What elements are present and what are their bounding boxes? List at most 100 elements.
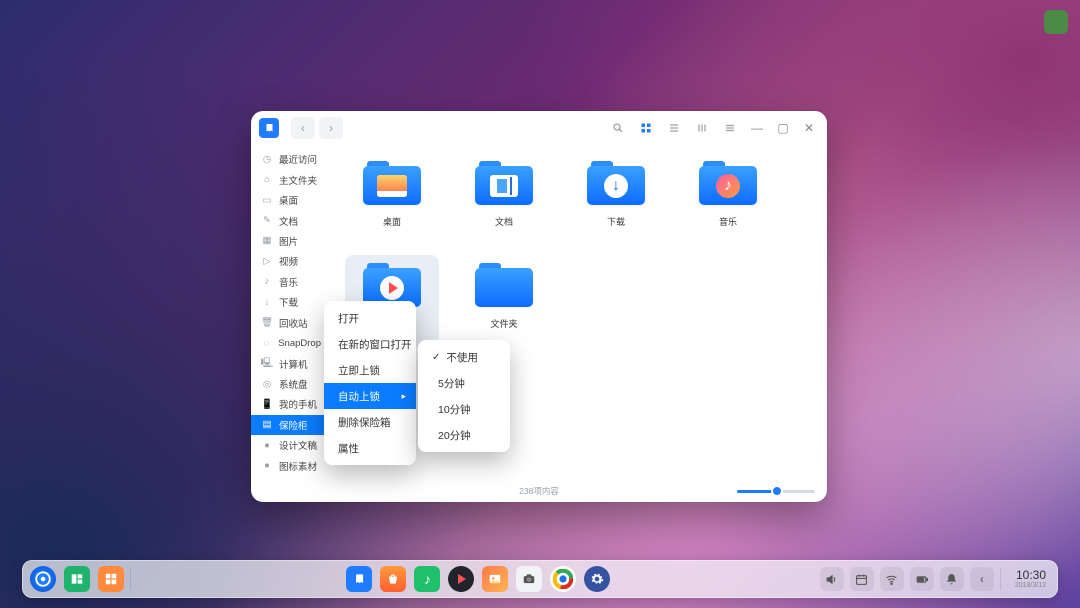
sidebar-item-desktop[interactable]: ▭ 桌面 (251, 190, 331, 210)
folder-music[interactable]: ♪音乐 (681, 153, 775, 245)
trash-icon: 🗑 (261, 317, 273, 329)
submenu-item-label: 20分钟 (438, 428, 471, 443)
submenu-item[interactable]: 10分钟 (418, 396, 510, 422)
sidebar-item-video[interactable]: ▷视频 (251, 251, 331, 271)
sidebar-item-assets[interactable]: ●图标素材 (251, 456, 331, 476)
desktop-shortcut-icon[interactable] (1044, 10, 1068, 34)
submenu-item[interactable]: 20分钟 (418, 422, 510, 448)
sidebar-item-label: 图片 (279, 234, 298, 248)
sidebar-item-image[interactable]: ▦图片 (251, 231, 331, 251)
maximize-button[interactable]: ▢ (773, 118, 793, 138)
folder-icon (475, 261, 533, 307)
sidebar-item-vault[interactable]: ▤保险柜 (251, 415, 331, 435)
tray-chevron-icon[interactable]: ‹ (970, 567, 994, 591)
zoom-slider[interactable] (737, 488, 815, 494)
chevron-right-icon: ▸ (401, 391, 406, 402)
submenu-item[interactable]: 5分钟 (418, 370, 510, 396)
dock-workspaces-icon[interactable] (98, 566, 124, 592)
sidebar-item-phone[interactable]: 📱我的手机 (251, 394, 331, 414)
nav-forward-button[interactable]: › (319, 117, 343, 139)
menu-item[interactable]: 在新的窗口打开 (324, 331, 416, 357)
folder-label: 文件夹 (490, 317, 517, 330)
sidebar-item-snap[interactable]: ◌SnapDrop (251, 333, 331, 353)
menu-item[interactable]: 打开 (324, 305, 416, 331)
dock-multitask-icon[interactable] (64, 566, 90, 592)
tray-calendar-icon[interactable] (850, 567, 874, 591)
dock-appstore-icon[interactable] (380, 566, 406, 592)
sidebar-item-disk[interactable]: ◎ 系统盘 (251, 374, 331, 394)
desktop-icon: ▭ (261, 194, 273, 206)
sidebar-item-home[interactable]: ⌂主文件夹 (251, 169, 331, 189)
app-icon (259, 118, 279, 138)
dock-video-icon[interactable] (448, 566, 474, 592)
menu-item[interactable]: 删除保险箱 (324, 409, 416, 435)
dock-browser-icon[interactable] (550, 566, 576, 592)
context-menu: 打开在新的窗口打开立即上锁自动上锁 ▸ 删除保险箱属性 (324, 301, 416, 465)
nav-back-button[interactable]: ‹ (291, 117, 315, 139)
submenu-item-label: 不使用 (446, 350, 478, 365)
menu-item[interactable]: 立即上锁 (324, 357, 416, 383)
context-submenu: ✓ 不使用 5分钟 10分钟 20分钟 (418, 340, 510, 452)
dock-music-icon[interactable]: ♪ (414, 566, 440, 592)
close-button[interactable]: ✕ (799, 118, 819, 138)
sidebar-item-label: 桌面 (279, 193, 298, 207)
sidebar-item-label: 计算机 (279, 357, 308, 371)
view-list-button[interactable] (663, 117, 685, 139)
menu-item[interactable]: 属性 (324, 435, 416, 461)
sidebar-item-music[interactable]: ♪音乐 (251, 272, 331, 292)
assets-icon: ● (261, 460, 273, 472)
clock-time: 10:30 (1015, 569, 1046, 582)
sidebar-item-label: 系统盘 (279, 377, 308, 391)
sidebar-item-label: 最近访问 (279, 152, 317, 166)
folder-download[interactable]: ↓下载 (569, 153, 663, 245)
menu-item-label: 在新的窗口打开 (338, 337, 412, 352)
folder-icon: ↓ (587, 159, 645, 205)
sidebar-item-docset[interactable]: ● 设计文稿 (251, 435, 331, 455)
tray-volume-icon[interactable] (820, 567, 844, 591)
dock-launcher-icon[interactable] (30, 566, 56, 592)
folder-desktop[interactable]: 桌面 (345, 153, 439, 245)
submenu-item-label: 5分钟 (438, 376, 465, 391)
sidebar-item-download[interactable]: ↓下载 (251, 292, 331, 312)
folder-label: 文档 (495, 215, 513, 228)
folder-doc[interactable]: 文档 (457, 153, 551, 245)
dock-camera-icon[interactable] (516, 566, 542, 592)
clock-date: 2018/3/12 (1015, 582, 1046, 589)
folder-label: 桌面 (383, 215, 401, 228)
submenu-item[interactable]: ✓ 不使用 (418, 344, 510, 370)
sidebar-item-doc[interactable]: ✎文档 (251, 210, 331, 230)
tray-battery-icon[interactable] (910, 567, 934, 591)
menu-item[interactable]: 自动上锁 ▸ (324, 383, 416, 409)
menu-item-label: 自动上锁 (338, 389, 380, 404)
sidebar-item-label: 下载 (279, 295, 298, 309)
dock-settings-icon[interactable] (584, 566, 610, 592)
titlebar: ‹ › — ▢ ✕ (251, 111, 827, 145)
doc-icon: ✎ (261, 215, 273, 227)
docset-icon: ● (261, 439, 273, 451)
menu-item-label: 打开 (338, 311, 359, 326)
sidebar-item-clock[interactable]: ◷ 最近访问 (251, 149, 331, 169)
tray-wifi-icon[interactable] (880, 567, 904, 591)
dock-photos-icon[interactable] (482, 566, 508, 592)
sidebar-item-label: 保险柜 (279, 418, 308, 432)
dock-filemanager-icon[interactable] (346, 566, 372, 592)
folder-plain[interactable]: 文件夹 (457, 255, 551, 347)
disk-icon: ◎ (261, 378, 273, 390)
minimize-button[interactable]: — (747, 118, 767, 138)
sidebar-item-label: 设计文稿 (279, 438, 317, 452)
menu-item-label: 删除保险箱 (338, 415, 391, 430)
sidebar-item-trash[interactable]: 🗑 回收站 (251, 313, 331, 333)
check-icon: ✓ (432, 352, 440, 363)
sidebar-item-label: 回收站 (279, 316, 308, 330)
menu-item-label: 立即上锁 (338, 363, 380, 378)
folder-label: 音乐 (719, 215, 737, 228)
clock-icon: ◷ (261, 153, 273, 165)
view-columns-button[interactable] (691, 117, 713, 139)
sidebar-item-computer[interactable]: 🖳 计算机 (251, 353, 331, 373)
search-icon[interactable] (607, 117, 629, 139)
tray-notifications-icon[interactable] (940, 567, 964, 591)
view-icons-button[interactable] (635, 117, 657, 139)
computer-icon: 🖳 (261, 358, 273, 370)
menu-icon[interactable] (719, 117, 741, 139)
taskbar-clock[interactable]: 10:30 2018/3/12 (1015, 569, 1046, 589)
